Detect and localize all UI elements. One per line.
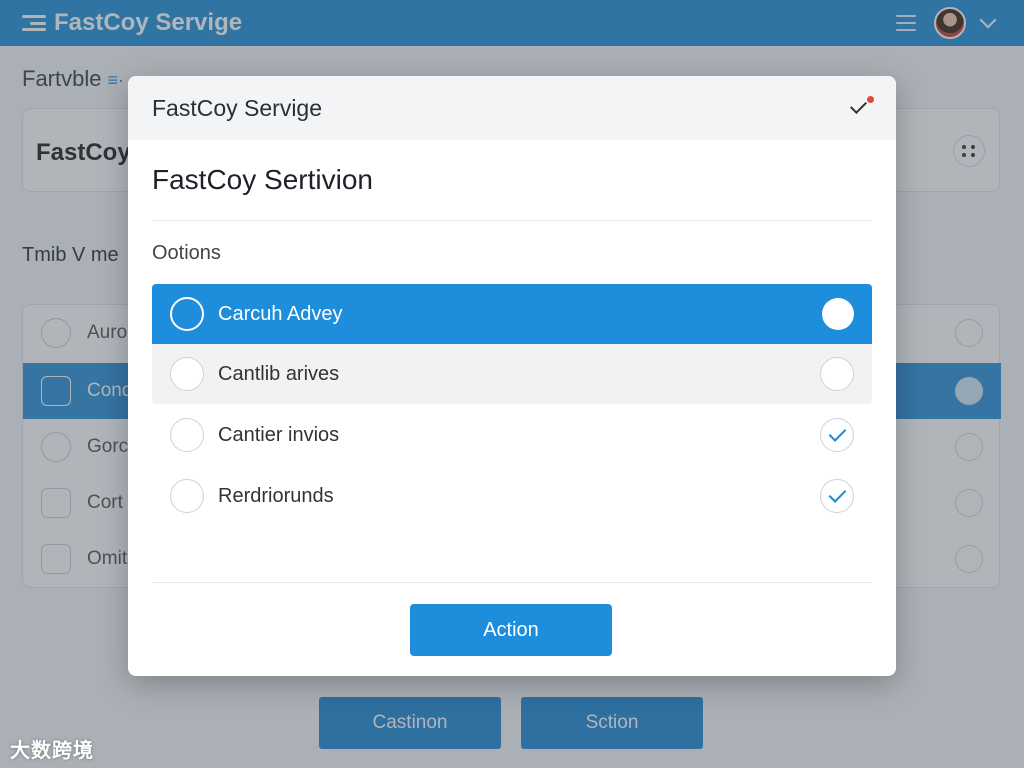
option-cantlib-arives[interactable]: Cantlib arives (152, 344, 872, 404)
options-label: Ootions (152, 242, 221, 264)
option-label: Carcuh Advey (218, 302, 343, 325)
checkmark-icon (820, 479, 854, 513)
notification-dot (867, 96, 874, 103)
checkmark-icon (820, 418, 854, 452)
modal-title: FastCoy Sertivion (152, 164, 373, 195)
divider (152, 582, 872, 583)
circle-icon (820, 357, 854, 391)
radio-icon (170, 357, 204, 391)
modal-header-title: FastCoy Servige (152, 94, 323, 121)
action-button[interactable]: Action (410, 604, 612, 656)
radio-icon (170, 418, 204, 452)
option-carcuh-advey[interactable]: Carcuh Advey (152, 284, 872, 344)
modal-dialog: FastCoy Servige FastCoy Sertivion Ootion… (128, 76, 896, 676)
toggle-knob-icon (822, 298, 854, 330)
option-cantier-invios[interactable]: Cantier invios (152, 405, 872, 465)
option-label: Cantlib arives (218, 362, 340, 385)
radio-icon (170, 479, 204, 513)
modal-header: FastCoy Servige (128, 76, 896, 140)
option-rerdriorunds[interactable]: Rerdriorunds (152, 466, 872, 526)
radio-icon (170, 297, 204, 331)
divider (152, 220, 872, 221)
watermark: 大数跨境 (10, 740, 94, 762)
option-label: Cantier invios (218, 423, 340, 446)
option-label: Rerdriorunds (218, 484, 334, 507)
